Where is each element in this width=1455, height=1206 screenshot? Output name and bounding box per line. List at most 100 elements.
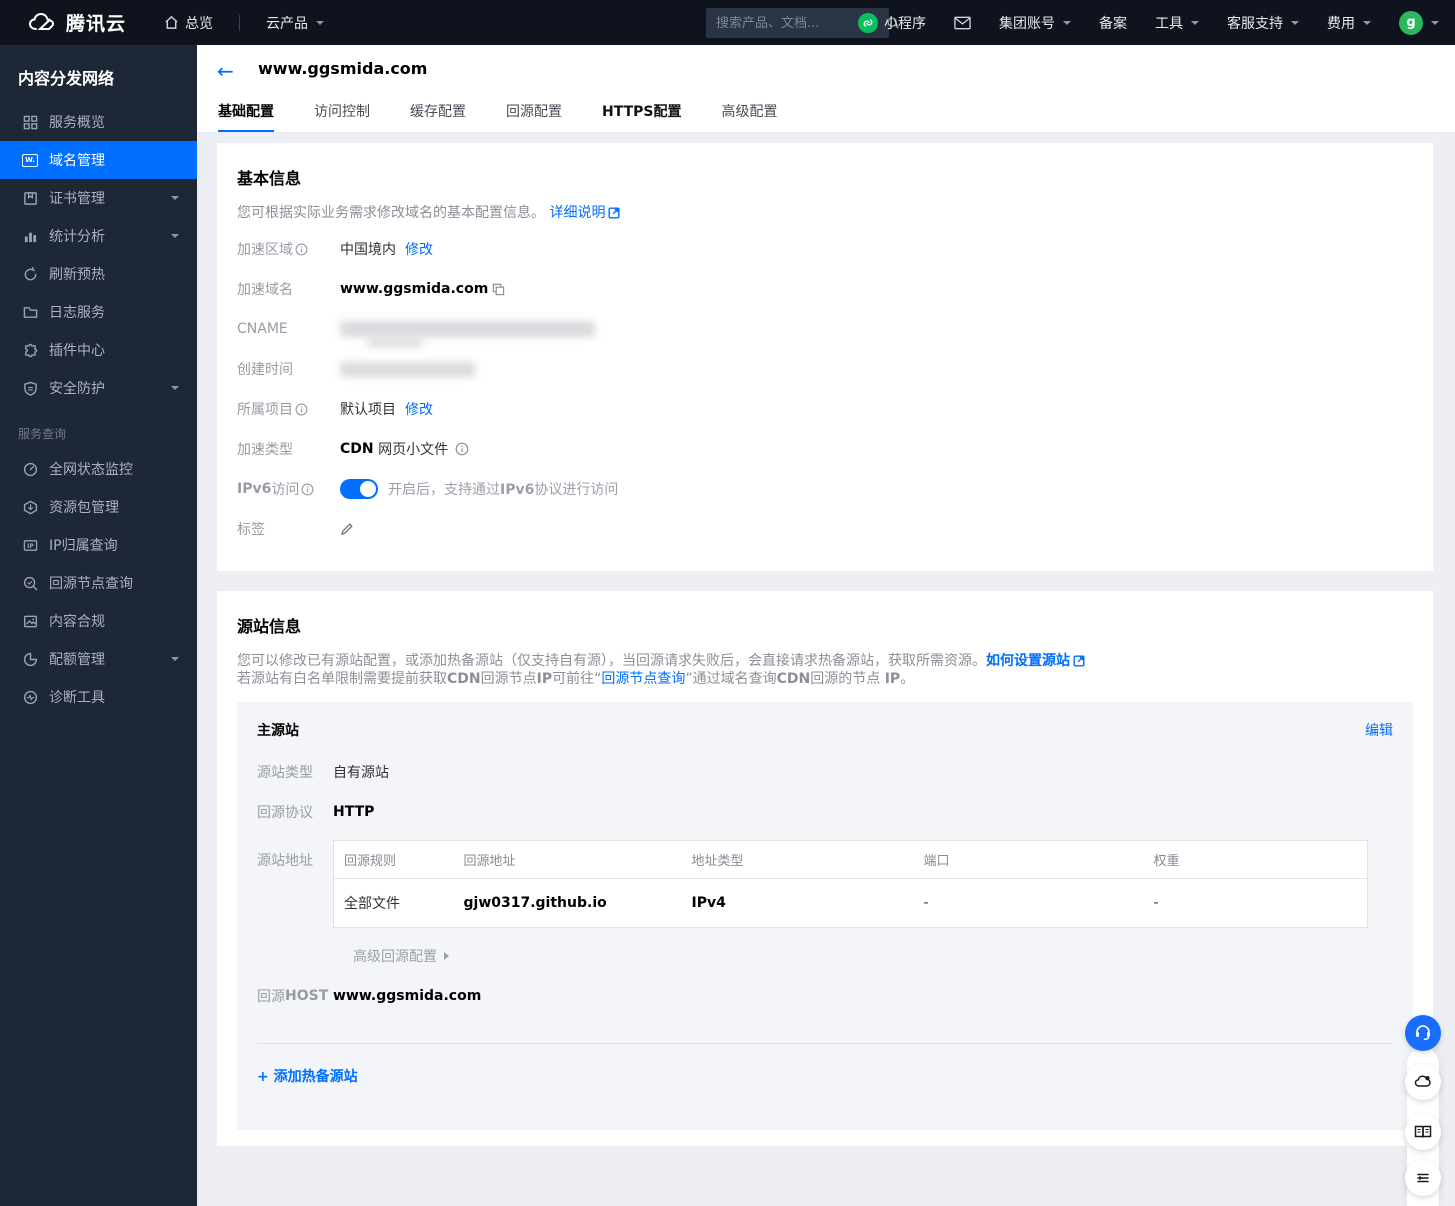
nav-overview[interactable]: 总览 xyxy=(152,0,225,45)
nav-support[interactable]: 客服支持 xyxy=(1215,0,1311,45)
origin-node-query-link[interactable]: 回源节点查询 xyxy=(601,671,685,687)
origin-info-card: 源站信息 您可以修改已有源站配置，或添加热备源站（仅支持自有源），当回源请求失败… xyxy=(217,591,1433,1146)
chevron-down-icon xyxy=(1063,20,1071,25)
domain-icon: W. xyxy=(22,152,38,168)
sidebar-section-title: 服务查询 xyxy=(18,427,67,441)
sidebar-item-statistics[interactable]: 统计分析 xyxy=(0,217,197,255)
tab-origin-config[interactable]: 回源配置 xyxy=(506,95,562,132)
nav-tools[interactable]: 工具 xyxy=(1143,0,1211,45)
row-origin-host: 回源 HOST www.ggsmida.com xyxy=(257,988,482,1005)
brand-text: 腾讯云 xyxy=(66,13,127,35)
nav-group-account[interactable]: 集团账号 xyxy=(987,0,1083,45)
info-icon[interactable] xyxy=(295,403,308,416)
tab-access-control[interactable]: 访问控制 xyxy=(314,95,370,132)
sidebar-item-ip-lookup[interactable]: IP IP归属查询 xyxy=(0,526,197,564)
folder-icon xyxy=(22,304,38,320)
edit-pencil-icon[interactable] xyxy=(340,522,354,536)
table-header-row: 回源规则 回源地址 地址类型 端口 权重 xyxy=(333,840,1368,879)
chevron-down-icon xyxy=(171,234,179,238)
nav-beian[interactable]: 备案 xyxy=(1087,0,1139,45)
info-icon[interactable] xyxy=(455,442,469,456)
back-button[interactable]: ← xyxy=(217,61,234,81)
chevron-down-icon xyxy=(1291,20,1299,25)
row-cname: CNAME xyxy=(237,309,1413,349)
cloud-icon xyxy=(1413,1072,1433,1092)
sidebar-item-plugin-center[interactable]: 插件中心 xyxy=(0,331,197,369)
tab-cache-config[interactable]: 缓存配置 xyxy=(410,95,466,132)
main-origin-title: 主源站 xyxy=(257,723,299,739)
main-origin-block: 主源站 编辑 源站类型 自有源站 回源协议 HTTP 源站地址 回源规则 回源地… xyxy=(237,702,1413,1130)
chevron-down-icon xyxy=(1191,20,1199,25)
feedback-button[interactable] xyxy=(1405,1160,1441,1196)
avatar[interactable]: g xyxy=(1399,10,1423,35)
tencent-cloud-logo[interactable]: 腾讯云 xyxy=(28,9,126,36)
sidebar-item-origin-node-query[interactable]: 回源节点查询 xyxy=(0,564,197,602)
topbar: 腾讯云 总览 云产品 搜索产品、文档... 小程序 集团账号 备案 工具 客服支… xyxy=(0,0,1455,45)
chevron-down-icon xyxy=(1363,20,1371,25)
info-icon[interactable] xyxy=(295,243,308,256)
cloud-logo-icon xyxy=(28,12,58,34)
content-area: 基本信息 您可根据实际业务需求修改域名的基本配置信息。 详细说明 加速区域 中国… xyxy=(197,134,1455,1206)
table-row: 全部文件 gjw0317.github.io IPv4 - - xyxy=(344,895,1159,912)
sidebar-item-content-compliance[interactable]: 内容合规 xyxy=(0,602,197,640)
tab-https-config[interactable]: HTTPS配置 xyxy=(602,95,681,132)
chevron-down-icon xyxy=(171,657,179,661)
messages-button[interactable] xyxy=(942,0,983,45)
sidebar-item-resource-packages[interactable]: 资源包管理 xyxy=(0,488,197,526)
grid-icon xyxy=(22,114,38,130)
magnifier-icon xyxy=(22,575,38,591)
sidebar-item-diagnostic-tools[interactable]: 诊断工具 xyxy=(0,678,197,716)
copy-icon[interactable] xyxy=(492,283,505,296)
modify-project-link[interactable]: 修改 xyxy=(405,399,433,419)
tab-advanced-config[interactable]: 高级配置 xyxy=(721,95,777,132)
info-icon[interactable] xyxy=(301,483,314,496)
sidebar-item-certificate-management[interactable]: 证书管理 xyxy=(0,179,197,217)
sidebar-item-quota-management[interactable]: 配额管理 xyxy=(0,640,197,678)
arrow-right-icon xyxy=(444,952,449,960)
nav-mini-program[interactable]: 小程序 xyxy=(846,0,938,45)
tab-basic-config[interactable]: 基础配置 xyxy=(218,95,274,132)
customer-service-button[interactable] xyxy=(1405,1015,1441,1051)
sidebar-title: 内容分发网络 xyxy=(18,69,115,88)
ip-icon: IP xyxy=(22,537,38,553)
sidebar-item-security[interactable]: 安全防护 xyxy=(0,369,197,407)
documentation-button[interactable] xyxy=(1405,1114,1441,1150)
origin-info-desc: 您可以修改已有源站配置，或添加热备源站（仅支持自有源），当回源请求失败后，会直接… xyxy=(237,652,1413,688)
refresh-icon xyxy=(22,266,38,282)
shield-icon xyxy=(22,380,38,396)
row-origin-address: 源站地址 回源规则 回源地址 地址类型 端口 权重 全部文件 gjw0317.g… xyxy=(257,840,1393,928)
row-tags: 标签 xyxy=(237,509,1413,549)
pie-chart-icon xyxy=(22,651,38,667)
sidebar-item-log-service[interactable]: 日志服务 xyxy=(0,293,197,331)
basic-info-card: 基本信息 您可根据实际业务需求修改域名的基本配置信息。 详细说明 加速区域 中国… xyxy=(217,143,1433,571)
nav-products[interactable]: 云产品 xyxy=(254,0,336,45)
row-ipv6: IPv6 访问 开启后，支持通过IPv6协议进行访问 xyxy=(237,479,619,499)
external-link-icon xyxy=(1073,655,1085,667)
sidebar-item-network-status[interactable]: 全网状态监控 xyxy=(0,450,197,488)
ipv6-toggle[interactable] xyxy=(340,479,378,499)
row-acceleration-type: 加速类型 CDN 网页小文件 xyxy=(237,429,1413,469)
bar-chart-icon xyxy=(22,228,38,244)
survey-list-icon xyxy=(1413,1168,1433,1188)
page-title: www.ggsmida.com xyxy=(258,59,428,78)
add-backup-origin-button[interactable]: + 添加热备源站 xyxy=(257,1066,358,1086)
row-origin-protocol: 回源协议 HTTP xyxy=(257,804,375,821)
main-area: ← www.ggsmida.com 基础配置 访问控制 缓存配置 回源配置 HT… xyxy=(197,45,1455,1206)
advanced-origin-config-toggle[interactable]: 高级回源配置 xyxy=(353,944,1393,968)
pulse-icon xyxy=(22,689,38,705)
modify-region-link[interactable]: 修改 xyxy=(405,239,433,259)
headset-icon xyxy=(1413,1023,1433,1043)
sidebar-item-purge-prefetch[interactable]: 刷新预热 xyxy=(0,255,197,293)
sidebar-item-domain-management[interactable]: W. 域名管理 xyxy=(0,141,197,179)
detail-doc-link[interactable]: 详细说明 xyxy=(549,205,605,221)
how-to-set-origin-link[interactable]: 如何设置源站 xyxy=(986,653,1070,669)
account-menu[interactable]: g xyxy=(1387,0,1445,45)
cname-redacted-value xyxy=(340,321,595,337)
sidebar-item-service-overview[interactable]: 服务概览 xyxy=(0,103,197,141)
chevron-down-icon xyxy=(1431,20,1439,25)
cloud-assistant-button[interactable] xyxy=(1405,1064,1441,1100)
basic-info-title: 基本信息 xyxy=(237,169,302,188)
nav-billing[interactable]: 费用 xyxy=(1315,0,1383,45)
topbar-divider xyxy=(239,14,241,31)
edit-origin-link[interactable]: 编辑 xyxy=(1365,720,1393,740)
